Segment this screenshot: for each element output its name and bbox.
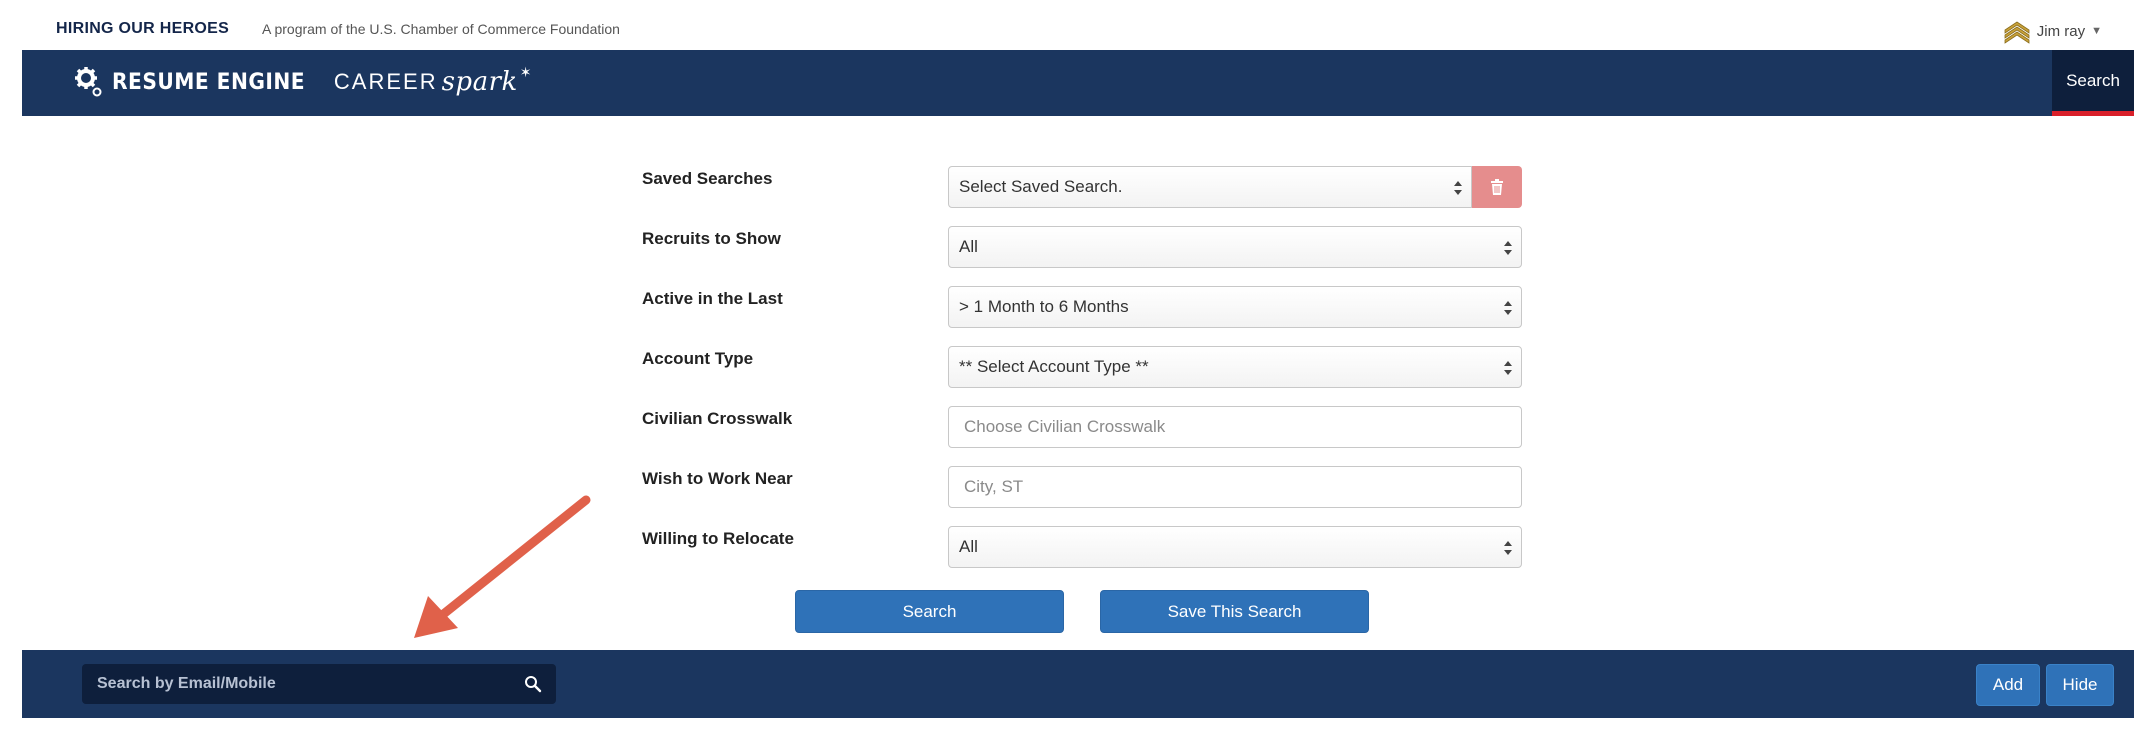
active-select[interactable]: > 1 Month to 6 Months	[948, 286, 1522, 328]
spark-star-icon: ✶	[519, 63, 532, 80]
email-search-input[interactable]: Search by Email/Mobile	[82, 664, 556, 704]
active-value: > 1 Month to 6 Months	[959, 297, 1129, 316]
recruits-select[interactable]: All	[948, 226, 1522, 268]
search-icon[interactable]	[524, 675, 542, 693]
logo-spark-text: spark	[441, 67, 518, 97]
search-form: Saved Searches Select Saved Search. Recr…	[642, 166, 1522, 586]
save-search-button[interactable]: Save This Search	[1100, 590, 1369, 633]
chevron-down-icon: ▼	[2091, 25, 2102, 37]
account-type-row: Account Type ** Select Account Type **	[642, 346, 1522, 406]
hiring-our-heroes-logo[interactable]: HIRING OUR HEROES	[56, 20, 229, 38]
active-label: Active in the Last	[642, 289, 783, 308]
select-arrows-icon	[1504, 301, 1512, 315]
relocate-select[interactable]: All	[948, 526, 1522, 568]
brand-tagline: A program of the U.S. Chamber of Commerc…	[262, 21, 620, 37]
bottom-toolbar: Search by Email/Mobile Add Hide	[22, 650, 2134, 718]
work-near-label: Wish to Work Near	[642, 469, 793, 488]
top-strip: HIRING OUR HEROES A program of the U.S. …	[0, 0, 2146, 50]
saved-searches-row: Saved Searches Select Saved Search.	[642, 166, 1522, 226]
select-arrows-icon	[1454, 181, 1462, 195]
main-header: RESUME ENGINE CAREER spark ✶ Search	[22, 50, 2134, 116]
gear-icon	[75, 67, 102, 97]
nav-tab-search[interactable]: Search	[2052, 50, 2134, 116]
user-menu[interactable]: Jim ray ▼	[2003, 18, 2102, 44]
delete-saved-search-button[interactable]	[1472, 166, 1522, 208]
account-type-value: ** Select Account Type **	[959, 357, 1149, 376]
email-search-placeholder: Search by Email/Mobile	[97, 675, 276, 692]
active-row: Active in the Last > 1 Month to 6 Months	[642, 286, 1522, 346]
saved-searches-value: Select Saved Search.	[959, 177, 1123, 196]
work-near-input[interactable]: City, ST	[948, 466, 1522, 508]
account-type-select[interactable]: ** Select Account Type **	[948, 346, 1522, 388]
select-arrows-icon	[1504, 361, 1512, 375]
relocate-value: All	[959, 537, 978, 556]
hide-button[interactable]: Hide	[2046, 664, 2114, 706]
sergeant-chevron-icon	[2004, 21, 2030, 44]
saved-searches-select[interactable]: Select Saved Search.	[948, 166, 1472, 208]
recruits-row: Recruits to Show All	[642, 226, 1522, 286]
relocate-row: Willing to Relocate All	[642, 526, 1522, 586]
annotation-arrow-icon	[414, 495, 591, 638]
recruits-label: Recruits to Show	[642, 229, 781, 248]
search-button[interactable]: Search	[795, 590, 1064, 633]
relocate-label: Willing to Relocate	[642, 529, 794, 548]
user-name: Jim ray	[2036, 22, 2086, 40]
add-button[interactable]: Add	[1976, 664, 2040, 706]
resume-engine-logo[interactable]: RESUME ENGINE CAREER spark ✶	[74, 63, 532, 98]
account-type-label: Account Type	[642, 349, 754, 368]
recruits-value: All	[959, 237, 978, 256]
logo-career-text: CAREER	[333, 69, 438, 94]
crosswalk-row: Civilian Crosswalk Choose Civilian Cross…	[642, 406, 1522, 466]
crosswalk-label: Civilian Crosswalk	[642, 409, 793, 428]
select-arrows-icon	[1504, 241, 1512, 255]
select-arrows-icon	[1504, 541, 1512, 555]
saved-searches-label: Saved Searches	[642, 169, 773, 188]
work-near-row: Wish to Work Near City, ST	[642, 466, 1522, 526]
trash-icon	[1491, 179, 1503, 195]
logo-resume-engine-text: RESUME ENGINE	[112, 69, 306, 95]
crosswalk-input[interactable]: Choose Civilian Crosswalk	[948, 406, 1522, 448]
